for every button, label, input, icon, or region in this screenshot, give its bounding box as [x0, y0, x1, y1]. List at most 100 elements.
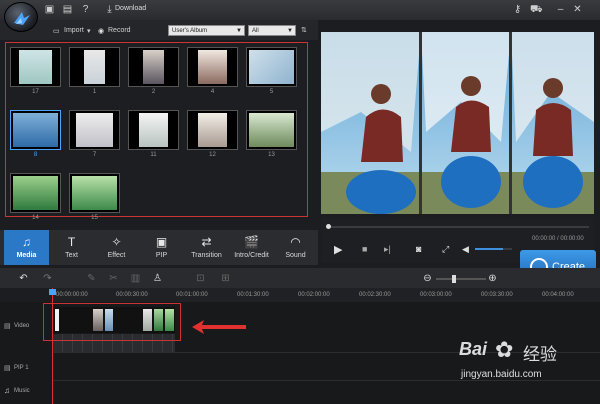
ruler-tick: 00:01:30:00	[237, 292, 269, 298]
tab-intro-credit[interactable]: 🎬 Intro/Credit	[229, 230, 274, 265]
ruler-tick: 00:00:00:00	[56, 292, 88, 298]
seek-handle[interactable]	[326, 224, 331, 229]
fullscreen-icon[interactable]: ⤢	[442, 244, 449, 255]
microphone-icon[interactable]: ♙	[152, 273, 163, 284]
transition-icon: ⇄	[201, 235, 212, 249]
volume-icon[interactable]: ◀	[462, 244, 469, 255]
media-icon: ♫	[22, 235, 31, 249]
media-thumbnail[interactable]	[69, 47, 120, 87]
snapshot-icon[interactable]: ◙	[416, 244, 421, 254]
volume-level	[475, 248, 503, 250]
ruler-tick: 00:02:30:00	[359, 292, 391, 298]
zoom-handle[interactable]	[452, 275, 456, 283]
tab-media[interactable]: ♫ Media	[4, 230, 49, 265]
media-label: 11	[150, 152, 157, 158]
tab-effect[interactable]: ✧ Effect	[94, 230, 139, 265]
pip-icon: ▣	[155, 235, 168, 249]
text-icon: T	[67, 235, 76, 249]
play-icon[interactable]: ▶	[334, 243, 342, 256]
chevron-down-icon: ▾	[87, 28, 91, 35]
key-icon[interactable]: ⚷	[512, 4, 523, 15]
media-thumbnail-selected[interactable]	[10, 110, 61, 150]
filter-select[interactable]: All ▼	[248, 25, 296, 36]
undo-icon[interactable]: ↶	[18, 273, 29, 284]
track-label-pip: PIP 1	[14, 365, 29, 371]
time-display: 00:00:00 / 00:00:00	[532, 236, 584, 242]
app-logo	[4, 2, 38, 32]
next-frame-icon[interactable]: ▸|	[384, 244, 391, 255]
cut-icon[interactable]: ✂	[108, 273, 119, 284]
open-folder-icon[interactable]: ▤	[62, 4, 73, 15]
ruler-tick: 00:04:00:00	[542, 292, 574, 298]
media-thumbnail[interactable]	[246, 47, 297, 87]
media-label: 15	[91, 215, 98, 221]
crop-icon[interactable]: ⊡	[195, 273, 206, 284]
media-label: 14	[32, 215, 39, 221]
paw-icon: ✿	[495, 337, 514, 362]
pip-track-icon: ▤	[4, 365, 11, 372]
import-icon: ▭	[53, 28, 60, 35]
tab-label: PIP	[155, 252, 168, 259]
ruler-tick: 00:01:00:00	[176, 292, 208, 298]
zoom-slider[interactable]	[436, 278, 486, 280]
media-label: 1	[92, 89, 97, 95]
watermark-brand-cn: 经验	[523, 345, 557, 364]
media-label: 2	[151, 89, 156, 95]
download-icon[interactable]: ⤓	[104, 4, 115, 15]
media-thumbnail[interactable]	[187, 47, 238, 87]
tab-text[interactable]: T Text	[49, 230, 94, 265]
tab-label: Media	[16, 252, 37, 259]
media-thumbnail[interactable]	[69, 110, 120, 150]
media-thumbnail[interactable]	[187, 110, 238, 150]
media-thumbnail[interactable]	[128, 47, 179, 87]
record-button[interactable]: Record	[108, 27, 131, 34]
close-icon[interactable]: ✕	[572, 4, 583, 15]
minimize-icon[interactable]: –	[555, 4, 566, 15]
annotation-arrow	[190, 318, 248, 338]
ruler-tick: 00:03:30:00	[481, 292, 513, 298]
tab-transition[interactable]: ⇄ Transition	[184, 230, 229, 265]
redo-icon[interactable]: ↷	[42, 273, 53, 284]
intro-credit-icon: 🎬	[244, 235, 259, 249]
tab-sound[interactable]: ◠ Sound	[273, 230, 318, 265]
album-select-value: User's Album	[172, 28, 208, 34]
media-thumbnail[interactable]	[10, 173, 61, 213]
tab-label: Effect	[107, 252, 126, 259]
media-label: 8	[33, 152, 38, 158]
chevron-down-icon: ▼	[236, 28, 242, 34]
sort-icon[interactable]: ⇅	[301, 26, 307, 34]
save-icon[interactable]: ▣	[44, 4, 55, 15]
volume-slider[interactable]	[475, 248, 512, 250]
track-label-music: Music	[14, 388, 30, 394]
highlight-box	[43, 303, 181, 341]
zoom-out-icon[interactable]: ⊖	[422, 273, 433, 284]
playhead[interactable]	[52, 288, 53, 404]
cart-icon[interactable]: ⛟	[530, 4, 543, 15]
tab-label: Text	[65, 252, 78, 259]
album-select[interactable]: User's Album ▼	[168, 25, 245, 36]
import-button[interactable]: Import	[64, 27, 84, 34]
tab-pip[interactable]: ▣ PIP	[139, 230, 184, 265]
edit-icon[interactable]: ✎	[86, 273, 97, 284]
delete-icon[interactable]: ▥	[130, 273, 141, 284]
music-track-icon: ♫	[4, 386, 10, 395]
stop-icon[interactable]: ■	[362, 244, 367, 254]
playhead-handle[interactable]	[49, 289, 56, 295]
download-button[interactable]: Download	[115, 5, 146, 12]
track-label-video: Video	[14, 323, 30, 329]
zoom-in-icon[interactable]: ⊕	[487, 273, 498, 284]
tab-label: Sound	[285, 252, 306, 259]
ruler-tick: 00:00:30:00	[116, 292, 148, 298]
media-thumbnail[interactable]	[10, 47, 61, 87]
tab-label: Transition	[191, 252, 222, 259]
media-label: 12	[209, 152, 216, 158]
seek-bar[interactable]	[327, 226, 589, 228]
video-track-icon: ▤	[4, 323, 11, 330]
media-thumbnail[interactable]	[69, 173, 120, 213]
media-label: 7	[92, 152, 97, 158]
media-thumbnail[interactable]	[128, 110, 179, 150]
media-library-grid: 17 1 2 4 5 8 7 11 12 13 14 15	[5, 42, 308, 221]
split-icon[interactable]: ⊞	[220, 273, 231, 284]
help-icon[interactable]: ?	[80, 4, 91, 15]
media-thumbnail[interactable]	[246, 110, 297, 150]
